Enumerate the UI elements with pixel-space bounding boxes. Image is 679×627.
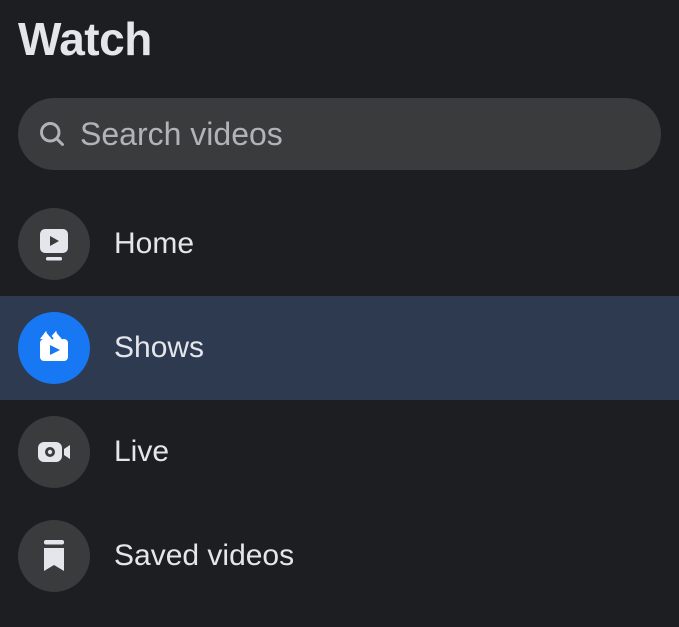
live-icon — [18, 416, 90, 488]
search-container[interactable] — [18, 98, 661, 170]
nav-item-home[interactable]: Home — [0, 192, 679, 296]
nav-item-shows[interactable]: Shows — [0, 296, 679, 400]
nav-item-label: Home — [114, 227, 194, 261]
home-icon — [18, 208, 90, 280]
sidebar-nav: Home Shows Live — [0, 192, 679, 608]
nav-item-label: Saved videos — [114, 539, 294, 573]
search-icon — [38, 120, 66, 148]
nav-item-label: Shows — [114, 331, 204, 365]
nav-item-live[interactable]: Live — [0, 400, 679, 504]
saved-icon — [18, 520, 90, 592]
nav-item-saved-videos[interactable]: Saved videos — [0, 504, 679, 608]
page-title: Watch — [18, 12, 661, 66]
nav-item-label: Live — [114, 435, 169, 469]
search-input[interactable] — [80, 98, 641, 170]
shows-icon — [18, 312, 90, 384]
